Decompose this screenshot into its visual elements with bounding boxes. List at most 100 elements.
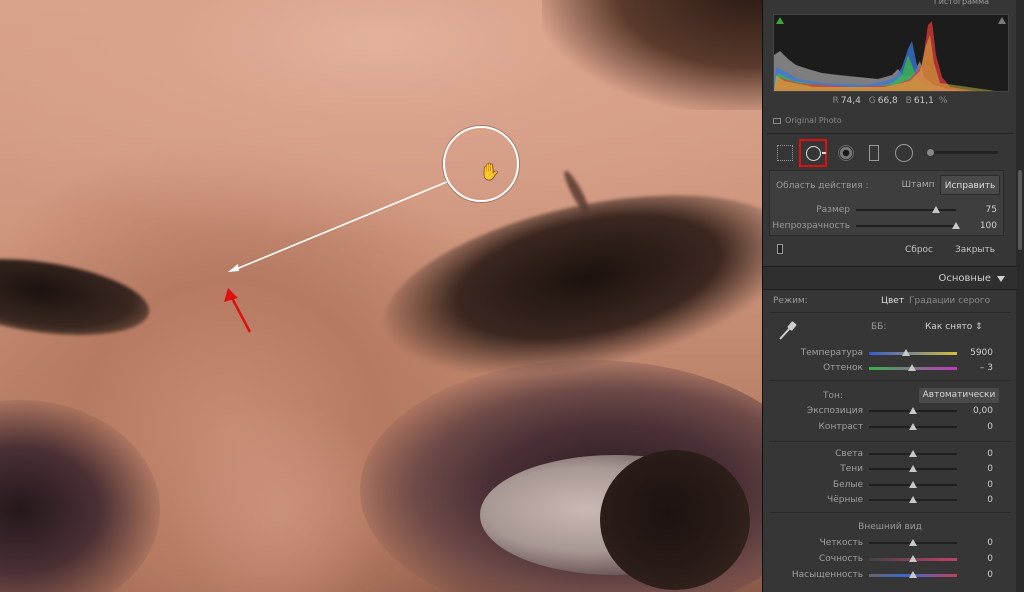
histogram-graph: [774, 21, 996, 91]
slider-row[interactable]: Четкость 0: [763, 536, 1017, 550]
slider-knob[interactable]: [909, 450, 917, 457]
slider-knob[interactable]: [909, 571, 917, 578]
slider-knob[interactable]: [909, 423, 917, 430]
histogram: [773, 14, 1009, 92]
presence-label: Внешний вид: [858, 522, 922, 532]
slider-label: Света: [835, 449, 863, 459]
treatment-bw-option[interactable]: Градации серого: [909, 296, 990, 306]
slider-track[interactable]: [869, 349, 957, 356]
divider: [769, 312, 1011, 313]
divider: [769, 441, 1011, 442]
slider-label: Размер: [816, 205, 850, 215]
adjustment-brush-slider[interactable]: [926, 148, 998, 157]
slider-value[interactable]: 75: [986, 203, 997, 217]
slider-track[interactable]: [869, 539, 957, 546]
slider-row[interactable]: Света 0: [763, 447, 1017, 461]
slider-row[interactable]: Оттенок – 3: [763, 361, 1017, 375]
divider: [769, 380, 1011, 381]
slider-label: Чёрные: [827, 495, 863, 505]
tool-strip: [763, 138, 1017, 168]
slider-knob[interactable]: [932, 206, 940, 213]
slider-label: Насыщенность: [791, 570, 863, 580]
slider-track[interactable]: [869, 465, 957, 472]
percent-unit: %: [938, 96, 948, 106]
collapse-triangle-icon[interactable]: [997, 276, 1005, 282]
b-label: B: [905, 96, 912, 106]
slider-value[interactable]: 0: [987, 552, 993, 566]
slider-value[interactable]: 0: [987, 568, 993, 582]
crop-overlay-icon[interactable]: [777, 145, 793, 161]
spot-removal-arrow-icon: [822, 152, 826, 154]
slider-value[interactable]: 100: [980, 219, 997, 233]
slider-value[interactable]: 0: [987, 493, 993, 507]
slider-value[interactable]: – 3: [980, 361, 993, 375]
r-label: R: [832, 96, 839, 106]
graduated-filter-icon[interactable]: [869, 145, 879, 161]
slider-row[interactable]: Экспозиция 0,00: [763, 404, 1017, 418]
slider-value[interactable]: 0: [987, 420, 993, 434]
slider-track[interactable]: [869, 423, 957, 430]
slider-track[interactable]: [856, 222, 960, 229]
close-button[interactable]: Закрыть: [955, 242, 995, 258]
slider-value[interactable]: 0: [987, 536, 993, 550]
slider-track[interactable]: [869, 450, 957, 457]
slider-row[interactable]: Белые 0: [763, 478, 1017, 492]
b-value: 61,1: [913, 96, 934, 106]
tone-label: Тон:: [823, 391, 843, 401]
slider-knob[interactable]: [909, 481, 917, 488]
treatment-color-option[interactable]: Цвет: [881, 296, 904, 306]
slider-track[interactable]: [869, 407, 957, 414]
slider-row[interactable]: Насыщенность 0: [763, 568, 1017, 582]
slider-value[interactable]: 0: [987, 447, 993, 461]
mode-heal-button[interactable]: Исправить: [940, 175, 1000, 195]
slider-knob[interactable]: [909, 555, 917, 562]
slider-track[interactable]: [856, 206, 956, 213]
slider-value[interactable]: 5900: [970, 346, 993, 360]
slider-row[interactable]: Сочность 0: [763, 552, 1017, 566]
slider-knob[interactable]: [909, 407, 917, 414]
photo-canvas[interactable]: ✋: [0, 0, 762, 592]
slider-label: Контраст: [818, 422, 863, 432]
basic-panel-header[interactable]: Основные: [763, 266, 1017, 290]
slider-value[interactable]: 0: [987, 478, 993, 492]
r-value: 74,4: [840, 96, 861, 106]
radial-filter-icon[interactable]: [895, 144, 913, 162]
spot-removal-icon[interactable]: [806, 146, 821, 161]
spot-slider-row[interactable]: Непрозрачность 100: [770, 219, 1005, 233]
slider-row[interactable]: Чёрные 0: [763, 493, 1017, 507]
slider-track[interactable]: [869, 481, 957, 488]
highlight-clipping-toggle[interactable]: [998, 17, 1006, 24]
spot-tool-toggle[interactable]: [777, 244, 783, 254]
slider-value[interactable]: 0,00: [973, 404, 993, 418]
reset-button[interactable]: Сброс: [905, 242, 933, 258]
slider-row[interactable]: Тени 0: [763, 462, 1017, 476]
panel-scrollbar[interactable]: [1016, 0, 1024, 592]
scrollbar-thumb[interactable]: [1018, 170, 1022, 250]
spot-slider-row[interactable]: Размер 75: [770, 203, 1005, 217]
slider-knob[interactable]: [908, 364, 917, 371]
slider-track[interactable]: [869, 496, 957, 503]
heal-arrowhead: [228, 264, 239, 272]
slider-label: Тени: [840, 464, 863, 474]
original-photo-toggle[interactable]: Original Photo: [773, 116, 842, 125]
shadow-clipping-toggle[interactable]: [776, 17, 784, 24]
slider-knob[interactable]: [909, 465, 917, 472]
eyedropper-icon[interactable]: [777, 320, 797, 342]
slider-knob[interactable]: [901, 349, 910, 356]
annotation-red-arrow: [230, 297, 252, 333]
auto-tone-button[interactable]: Автоматически: [919, 388, 999, 403]
slider-track[interactable]: [869, 364, 957, 371]
red-eye-icon[interactable]: [838, 145, 854, 161]
slider-row[interactable]: Температура 5900: [763, 346, 1017, 360]
slider-knob[interactable]: [952, 222, 960, 229]
wb-preset-select[interactable]: Как снято ⇕: [925, 322, 983, 332]
slider-row[interactable]: Контраст 0: [763, 420, 1017, 434]
slider-value[interactable]: 0: [987, 462, 993, 476]
g-label: G: [868, 96, 876, 106]
brush-slider-knob[interactable]: [926, 148, 935, 157]
slider-track[interactable]: [869, 571, 957, 578]
slider-knob[interactable]: [909, 496, 917, 503]
slider-knob[interactable]: [909, 539, 917, 546]
slider-track[interactable]: [869, 555, 957, 562]
mode-clone-button[interactable]: Штамп: [898, 175, 938, 195]
